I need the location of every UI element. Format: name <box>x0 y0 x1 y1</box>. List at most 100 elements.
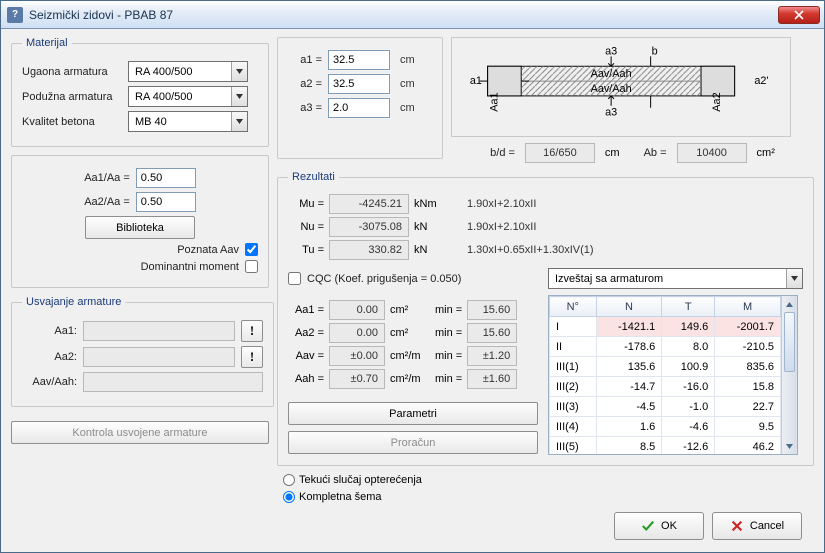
ab-label: Ab = <box>644 147 667 159</box>
min-label: min = <box>435 350 462 362</box>
concrete-combo[interactable]: MB 40 <box>128 111 248 132</box>
a3-input[interactable] <box>328 98 390 118</box>
dominant-moment-label: Dominantni moment <box>141 261 239 273</box>
table-row[interactable]: III(2)-14.7-16.015.8 <box>550 377 781 397</box>
a3-label: a3 = <box>288 102 322 114</box>
ab-value <box>677 143 747 163</box>
aa1-ratio-input[interactable] <box>136 168 196 188</box>
chevron-down-icon <box>231 112 247 131</box>
cm-unit: cm <box>400 54 415 66</box>
res-aav-label: Aav = <box>288 350 324 362</box>
known-aav-checkbox[interactable] <box>245 243 258 256</box>
svg-text:Aav/Aah: Aav/Aah <box>591 83 632 95</box>
dominant-moment-checkbox[interactable] <box>245 260 258 273</box>
known-aav-label: Poznata Aav <box>177 244 239 256</box>
svg-text:Aa1: Aa1 <box>489 92 501 111</box>
cm-unit: cm <box>400 102 415 114</box>
calc-button[interactable]: Proračun <box>288 431 538 454</box>
mu-combo: 1.90xI+2.10xII <box>467 198 536 210</box>
concrete-value: MB 40 <box>129 116 231 128</box>
nu-value <box>329 217 409 237</box>
long-rebar-value: RA 400/500 <box>129 91 231 103</box>
svg-text:a3: a3 <box>605 45 617 57</box>
aa2-ratio-input[interactable] <box>136 192 196 212</box>
nu-combo: 1.90xI+2.10xII <box>467 221 536 233</box>
bd-unit: cm <box>605 147 620 159</box>
res-aav-min <box>467 346 517 366</box>
close-button[interactable] <box>778 6 820 24</box>
table-header[interactable]: T <box>662 297 715 317</box>
report-value: Izveštaj sa armaturom <box>549 273 786 285</box>
table-row[interactable]: III(1)135.6100.9835.6 <box>550 357 781 377</box>
cqc-label: CQC (Koef. prigušenja = 0.050) <box>307 273 461 285</box>
table-row[interactable]: III(3)-4.5-1.022.7 <box>550 397 781 417</box>
corner-rebar-value: RA 400/500 <box>129 66 231 78</box>
adopt-legend: Usvajanje armature <box>22 296 125 308</box>
scroll-up-icon[interactable] <box>782 296 797 312</box>
report-combo[interactable]: Izveštaj sa armaturom <box>548 268 803 289</box>
tu-value <box>329 240 409 260</box>
adopt-aa2-pick-button[interactable]: ! <box>241 346 263 368</box>
params-button[interactable]: Parametri <box>288 402 538 425</box>
scrollbar[interactable] <box>781 296 797 454</box>
ok-button[interactable]: OK <box>614 512 704 540</box>
a2-input[interactable] <box>328 74 390 94</box>
library-button[interactable]: Biblioteka <box>85 216 195 239</box>
titlebar: ? Seizmički zidovi - PBAB 87 <box>1 1 824 29</box>
geom-group: a1 =cm a2 =cm a3 =cm <box>277 37 443 159</box>
forces-table: N°NTMI-1421.1149.6-2001.7II-178.68.0-210… <box>548 295 798 455</box>
results-legend: Rezultati <box>288 171 339 183</box>
cancel-button[interactable]: Cancel <box>712 512 802 540</box>
table-header[interactable]: M <box>715 297 781 317</box>
control-button[interactable]: Kontrola usvojene armature <box>11 421 269 444</box>
scroll-thumb[interactable] <box>784 312 795 372</box>
table-row[interactable]: II-178.68.0-210.5 <box>550 337 781 357</box>
dialog-window: ? Seizmički zidovi - PBAB 87 Materijal U… <box>0 0 825 553</box>
table-header[interactable]: N <box>596 297 662 317</box>
res-aah-unit: cm²/m <box>390 373 430 385</box>
ab-unit: cm² <box>757 147 775 159</box>
adopt-aa1-pick-button[interactable]: ! <box>241 320 263 342</box>
table-row[interactable]: III(4)1.6-4.69.5 <box>550 417 781 437</box>
res-aa2-label: Aa2 = <box>288 327 324 339</box>
radio-complete[interactable]: Kompletna šema <box>283 491 382 503</box>
res-aa1 <box>329 300 385 320</box>
radio-current-label: Tekući slučaj opterećenja <box>299 474 422 486</box>
res-aa1-min <box>467 300 517 320</box>
res-aa2-unit: cm² <box>390 327 430 339</box>
long-rebar-combo[interactable]: RA 400/500 <box>128 86 248 107</box>
window-title: Seizmički zidovi - PBAB 87 <box>29 8 778 22</box>
scroll-down-icon[interactable] <box>782 438 797 454</box>
long-rebar-label: Podužna armatura <box>22 91 122 103</box>
table-row[interactable]: I-1421.1149.6-2001.7 <box>550 317 781 337</box>
aa1-ratio-label: Aa1/Aa = <box>84 172 130 184</box>
a1-input[interactable] <box>328 50 390 70</box>
adopt-group: Usvajanje armature Aa1: ! Aa2: ! Aav/Aah… <box>11 296 274 407</box>
min-label: min = <box>435 327 462 339</box>
a1-label: a1 = <box>288 54 322 66</box>
table-header[interactable]: N° <box>550 297 597 317</box>
cqc-checkbox[interactable] <box>288 272 301 285</box>
corner-rebar-combo[interactable]: RA 400/500 <box>128 61 248 82</box>
adopt-aa1-label: Aa1: <box>22 325 77 337</box>
nu-label: Nu = <box>288 221 324 233</box>
mu-value <box>329 194 409 214</box>
adopt-aav-input[interactable] <box>83 372 263 392</box>
res-aah-min <box>467 369 517 389</box>
a2-label: a2 = <box>288 78 322 90</box>
svg-text:a2': a2' <box>754 75 768 87</box>
adopt-aa1-input[interactable] <box>83 321 235 341</box>
tu-unit: kN <box>414 244 462 256</box>
concrete-label: Kvalitet betona <box>22 116 122 128</box>
bd-label: b/d = <box>490 147 515 159</box>
table-row[interactable]: III(5)8.5-12.646.2 <box>550 437 781 455</box>
radio-current[interactable]: Tekući slučaj opterećenja <box>283 474 422 486</box>
adopt-aav-label: Aav/Aah: <box>22 376 77 388</box>
chevron-down-icon <box>231 87 247 106</box>
material-legend: Materijal <box>22 37 72 49</box>
adopt-aa2-input[interactable] <box>83 347 235 367</box>
min-label: min = <box>435 304 462 316</box>
mu-unit: kNm <box>414 198 462 210</box>
svg-text:a3: a3 <box>605 107 617 119</box>
chevron-down-icon <box>231 62 247 81</box>
